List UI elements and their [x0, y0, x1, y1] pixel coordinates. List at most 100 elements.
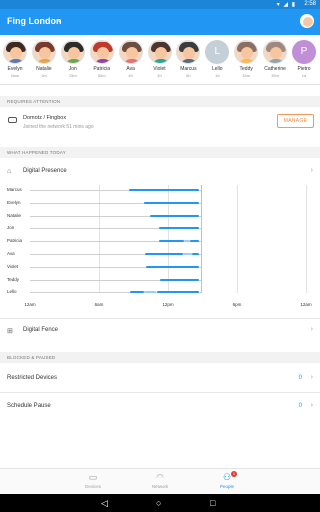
restricted-devices-count: 0	[298, 375, 302, 381]
digital-presence-row[interactable]: ⌂ Digital Presence ›	[0, 161, 320, 183]
avatar-shirt	[35, 59, 54, 63]
person-initial-avatar: P	[292, 40, 316, 64]
nav-network[interactable]: ◠ Network	[140, 472, 180, 489]
person-name: Teddy	[239, 66, 253, 72]
avatar-shirt	[122, 59, 141, 63]
avatar-face	[38, 47, 51, 59]
schedule-pause-row[interactable]: Schedule Pause 0 ›	[0, 396, 320, 418]
x-tick-label: 12am	[24, 302, 36, 307]
attention-subtitle: Joined the network 51 mins ago	[23, 124, 94, 130]
person-natalie[interactable]: Natalie 1m	[30, 40, 58, 78]
avatar-face	[125, 47, 138, 59]
bottom-nav: ▭ Devices ◠ Network ⚇ 1 People	[0, 468, 320, 494]
person-name: Violet	[153, 66, 166, 72]
home-icon: ⌂	[7, 168, 12, 175]
schedule-pause-label: Schedule Pause	[7, 403, 51, 409]
person-last-seen: Now	[10, 73, 19, 78]
person-name: Jon	[68, 66, 77, 72]
presence-segment	[128, 189, 200, 191]
avatar-shirt	[151, 59, 170, 63]
x-tick-label: 12pm	[162, 302, 174, 307]
presence-segment	[143, 201, 200, 204]
profile-avatar[interactable]	[300, 14, 314, 28]
person-avatar	[89, 40, 114, 64]
presence-segment	[192, 253, 200, 255]
chevron-right-icon[interactable]: ›	[311, 167, 313, 174]
presence-segment	[149, 214, 200, 217]
timeline-row-label: Ava	[7, 251, 15, 256]
timeline-row-label: Teddy	[7, 276, 20, 282]
restricted-devices-row[interactable]: Restricted Devices 0 ›	[0, 368, 320, 390]
chevron-down-icon[interactable]: ⌄	[56, 15, 63, 24]
person-lello[interactable]: L Lello 1d	[203, 40, 231, 78]
person-last-seen: 4h	[128, 73, 133, 78]
avatar-shirt	[267, 59, 286, 63]
chevron-right-icon[interactable]: ›	[311, 326, 313, 333]
gridline	[99, 185, 100, 293]
avatar-shirt	[180, 59, 199, 63]
section-header-happened: WHAT HAPPENED TODAY	[0, 147, 320, 158]
person-avatar	[60, 40, 85, 64]
presence-chart: 12am 6am 12pm 6pm 12am Marcus Evelyn Natalie Jon…	[0, 182, 320, 312]
timeline-row-label: Lello	[7, 289, 17, 295]
presence-segment	[159, 278, 200, 281]
presence-segment	[146, 265, 200, 268]
person-jon[interactable]: Jon 15m	[59, 40, 87, 78]
nav-label: People	[219, 484, 234, 489]
avatar-face	[241, 47, 254, 59]
digital-fence-row[interactable]: ⊞ Digital Fence ›	[0, 320, 320, 342]
system-nav-bar: ◁ ○ □	[0, 494, 320, 512]
chevron-right-icon[interactable]: ›	[311, 374, 313, 381]
person-name: Natalie	[36, 66, 52, 72]
person-marcus[interactable]: Marcus 5h	[174, 40, 202, 78]
person-avatar	[263, 40, 288, 64]
notification-badge: 1	[231, 471, 237, 477]
person-avatar	[118, 40, 143, 64]
network-title[interactable]: Fing London	[7, 16, 61, 26]
gridline	[237, 185, 238, 293]
avatar-shirt	[64, 59, 83, 63]
monitor-icon: ▭	[88, 472, 98, 482]
back-icon[interactable]: ◁	[101, 497, 108, 509]
person-name: Marcus	[180, 66, 197, 72]
nav-devices[interactable]: ▭ Devices	[73, 472, 113, 489]
manage-button[interactable]: MANAGE	[277, 114, 314, 128]
status-time: 2:58	[304, 1, 316, 7]
chevron-right-icon[interactable]: ›	[311, 402, 313, 409]
wifi-icon: ◠	[156, 472, 164, 482]
schedule-pause-count: 0	[298, 403, 302, 409]
attention-card[interactable]: Domotz / Fingbox Joined the network 51 m…	[0, 110, 320, 136]
section-title: WHAT HAPPENED TODAY	[7, 150, 66, 155]
home-button-icon[interactable]: ○	[156, 497, 161, 509]
nav-people[interactable]: ⚇ 1 People	[207, 471, 247, 489]
digital-fence-label: Digital Fence	[23, 327, 59, 333]
person-teddy[interactable]: Teddy 34m	[232, 40, 260, 78]
fence-icon: ⊞	[7, 328, 13, 335]
person-name: Catherine	[264, 66, 286, 72]
app-bar: Fing London ⌄	[0, 9, 320, 35]
person-name: Evelyn	[7, 66, 23, 72]
avatar-face	[67, 47, 80, 59]
person-name: Ava	[126, 66, 135, 72]
section-header-attention: REQUIRES ATTENTION	[0, 96, 320, 107]
timeline-row-label: Jon	[7, 225, 15, 231]
timeline-row-label: Evelyn	[7, 199, 21, 205]
avatar-face	[183, 47, 196, 59]
person-avatar	[234, 40, 259, 64]
recents-icon[interactable]: □	[210, 497, 215, 509]
person-patricia[interactable]: Patricia 50m	[88, 40, 116, 78]
person-avatar	[176, 40, 201, 64]
person-violet[interactable]: Violet 4h	[146, 40, 174, 78]
person-avatar	[3, 40, 27, 64]
person-pietro[interactable]: P Pietro 1d	[290, 40, 318, 78]
avatar-shirt	[7, 59, 25, 63]
device-icon	[8, 117, 17, 123]
section-title: BLOCKED & PAUSED	[7, 355, 56, 360]
presence-gap	[182, 253, 193, 255]
person-name: Lello	[212, 66, 223, 72]
person-avatar	[31, 40, 56, 64]
person-evelyn[interactable]: Evelyn Now	[1, 40, 29, 78]
person-last-seen: 1m	[41, 73, 47, 78]
person-catherine[interactable]: Catherine 35m	[261, 40, 289, 78]
person-ava[interactable]: Ava 4h	[117, 40, 145, 78]
